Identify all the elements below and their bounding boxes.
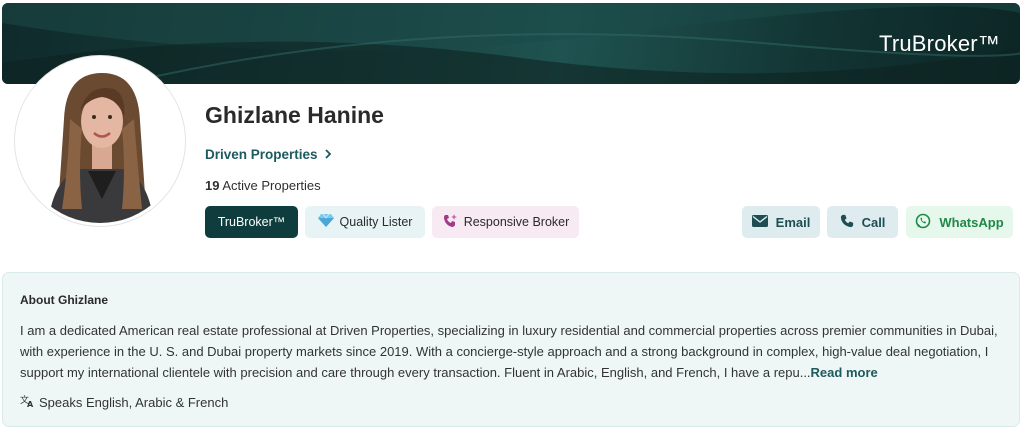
avatar <box>15 56 185 226</box>
agency-link[interactable]: Driven Properties <box>205 147 332 162</box>
quality-lister-label: Quality Lister <box>339 215 413 229</box>
trubroker-badge[interactable]: TruBroker™ <box>205 206 298 238</box>
whatsapp-label: WhatsApp <box>939 214 1004 230</box>
trubroker-brand: TruBroker™ <box>879 31 1000 56</box>
email-label: Email <box>775 214 811 230</box>
banner-wave-decoration <box>2 3 1020 84</box>
broker-name: Ghizlane Hanine <box>205 102 384 128</box>
diamond-icon <box>317 213 334 231</box>
chevron-right-icon <box>324 147 332 162</box>
about-title: About Ghizlane <box>20 293 108 307</box>
svg-text:A: A <box>27 400 34 408</box>
about-card: About Ghizlane I am a dedicated American… <box>2 272 1020 427</box>
agency-label: Driven Properties <box>205 147 318 162</box>
translate-icon: 文 A <box>20 394 35 411</box>
languages-label: Speaks English, Arabic & French <box>39 395 229 410</box>
phone-icon <box>840 214 854 231</box>
responsive-broker-badge[interactable]: Responsive Broker <box>432 206 579 238</box>
email-button[interactable]: Email <box>742 206 820 238</box>
whatsapp-button[interactable]: WhatsApp <box>906 206 1013 238</box>
call-label: Call <box>861 214 886 230</box>
phone-sparkle-icon <box>442 213 458 232</box>
broker-photo <box>18 59 182 223</box>
about-text: I am a dedicated American real estate pr… <box>20 320 1000 383</box>
active-properties: 19 Active Properties <box>205 178 321 193</box>
whatsapp-icon <box>915 213 931 232</box>
active-properties-label: Active Properties <box>222 178 321 193</box>
call-button[interactable]: Call <box>827 206 898 238</box>
quality-lister-badge[interactable]: Quality Lister <box>305 206 425 238</box>
profile-banner: TruBroker™ <box>2 3 1020 84</box>
active-properties-count: 19 <box>205 178 220 193</box>
envelope-icon <box>751 214 768 230</box>
read-more-link[interactable]: Read more <box>811 365 878 380</box>
responsive-broker-label: Responsive Broker <box>463 215 570 229</box>
trubroker-badge-label: TruBroker™ <box>217 215 286 229</box>
languages: 文 A Speaks English, Arabic & French <box>20 394 228 411</box>
